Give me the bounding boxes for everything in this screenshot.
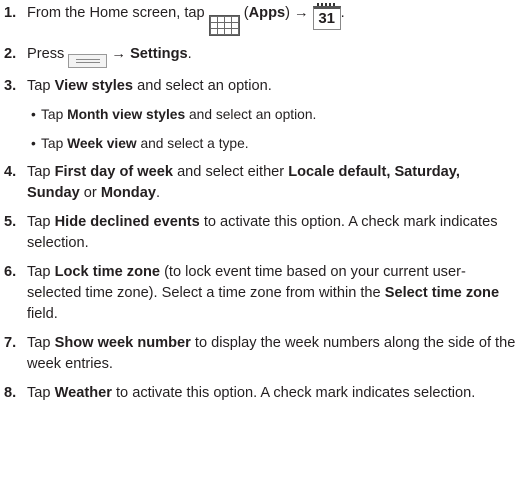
menu-key-icon — [68, 54, 108, 68]
step-number: 3. — [4, 78, 17, 94]
apps-grid-icon — [208, 15, 240, 36]
settings-label: Settings — [130, 46, 188, 62]
step-number: 4. — [4, 164, 17, 180]
step-6: 6. Tap Lock time zone (to lock event tim… — [4, 264, 500, 322]
step-8: 8. Tap Weather to activate this option. … — [4, 383, 519, 404]
step-7: 7. Tap Show week number to display the w… — [4, 335, 516, 372]
instruction-page: 1. From the Home screen, tap (Apps) → 31… — [0, 0, 529, 489]
step-number: 8. — [4, 385, 17, 401]
step-number: 2. — [4, 46, 17, 62]
apps-label: Apps — [248, 5, 286, 21]
step-3: 3. Tap View styles and select an option.… — [4, 76, 519, 154]
step-number: 5. — [4, 214, 17, 230]
step-number: 7. — [4, 335, 17, 351]
step-4: 4. Tap First day of week and select eith… — [4, 164, 460, 201]
calendar-icon: 31 — [312, 2, 341, 30]
step-2: 2. Press → Settings. — [4, 44, 519, 68]
view-styles-label: View styles — [54, 78, 134, 94]
step-number: 1. — [4, 5, 17, 21]
step-1: 1. From the Home screen, tap (Apps) → 31… — [4, 2, 519, 36]
step-number: 6. — [4, 264, 17, 280]
calendar-day: 31 — [318, 10, 336, 27]
sub-item-week-view: • Tap Week view and select a type. — [31, 136, 249, 151]
sub-item-month-view: • Tap Month view styles and select an op… — [31, 107, 317, 122]
step-5: 5. Tap Hide declined events to activate … — [4, 214, 498, 251]
